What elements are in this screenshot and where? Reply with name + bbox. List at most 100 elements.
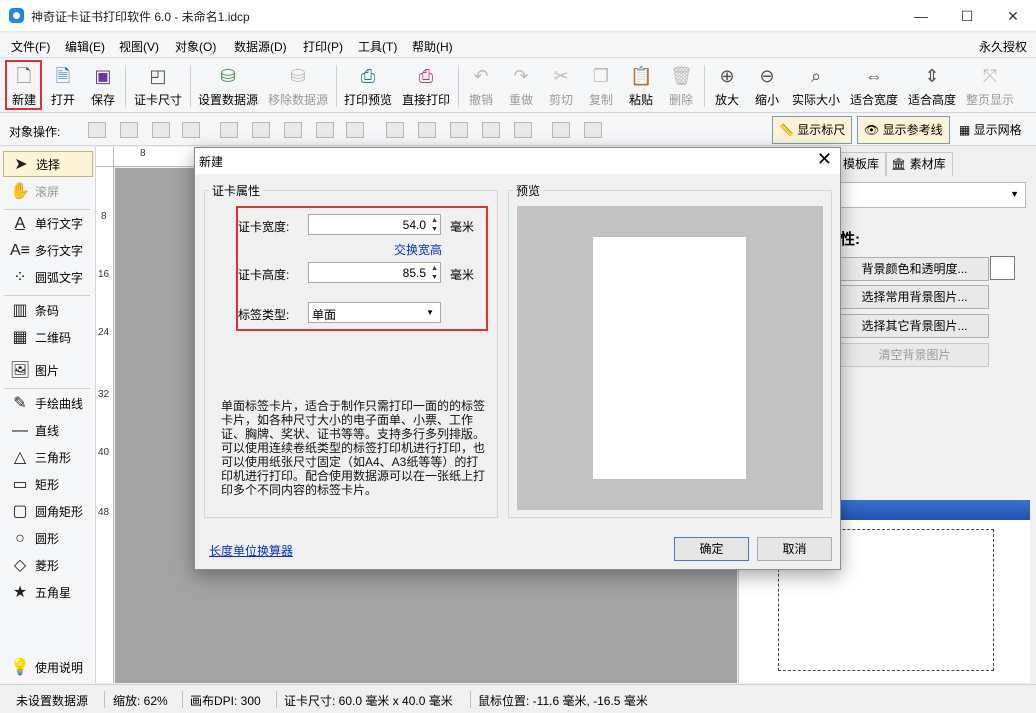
fit-height-button[interactable]: ⇕ 适合高度 (906, 61, 958, 111)
menu-object[interactable]: 对象(O) (175, 38, 216, 55)
copy-button[interactable]: ❐ 复制 (584, 61, 618, 111)
common-bg-image-button[interactable]: 选择常用背景图片... (840, 285, 989, 309)
cancel-button[interactable]: 取消 (757, 537, 832, 561)
tool-barcode[interactable]: ▥ 条码 (3, 298, 93, 324)
tool-rounded-rect[interactable]: ▢ 圆角矩形 (3, 499, 93, 525)
new-dialog: 新建 ✕ 证卡属性 证卡宽度: 54.0 ▲ ▼ 毫米 交换宽高 证卡高度: 85… (194, 147, 841, 570)
barcode-icon: ▥ (12, 302, 28, 319)
print-preview-button[interactable]: ⎙ 打印预览 (342, 61, 394, 111)
tab-templates[interactable]: 模板库 (838, 152, 887, 176)
tool-arc-text[interactable]: ⁘ 圆弧文字 (3, 265, 93, 291)
actual-size-button[interactable]: ⌕ 实际大小 (790, 61, 842, 111)
distribute-h-icon[interactable] (316, 122, 334, 138)
menu-tools[interactable]: 工具(T) (358, 38, 397, 55)
tool-image[interactable]: 🖼 图片 (3, 358, 93, 384)
align-right-icon[interactable] (284, 122, 302, 138)
menu-file[interactable]: 文件(F) (11, 38, 50, 55)
spinner-arrows-icon[interactable]: ▲ ▼ (431, 216, 438, 234)
template-select[interactable]: ▼ (840, 182, 1026, 208)
other-bg-image-button[interactable]: 选择其它背景图片... (840, 314, 989, 338)
paste-icon: 📋 (630, 66, 653, 86)
pointer-icon: ➤ (14, 156, 28, 173)
height-value: 85.5 (402, 266, 426, 280)
tool-select[interactable]: ➤ 选择 (3, 151, 93, 177)
same-width-icon[interactable] (552, 122, 570, 138)
rectangle-icon: ▭ (12, 476, 28, 493)
ok-button[interactable]: 确定 (674, 537, 749, 561)
clear-bg-image-button[interactable]: 清空背景图片 (840, 343, 989, 367)
tool-single-text[interactable]: A̲ 单行文字 (3, 211, 93, 237)
height-spinner[interactable]: 85.5 ▲ ▼ (308, 262, 441, 283)
zoom-in-button[interactable]: ⊕ 放大 (710, 61, 744, 111)
spinner-arrows-icon[interactable]: ▲ ▼ (431, 264, 438, 282)
distribute-v-spacing-icon[interactable] (514, 122, 532, 138)
distribute-spacing-icon[interactable] (346, 122, 364, 138)
align-center-icon[interactable] (252, 122, 270, 138)
tool-diamond[interactable]: ◇ 菱形 (3, 553, 93, 579)
card-size-button[interactable]: ◰ 证卡尺寸 (131, 61, 185, 111)
direct-print-button[interactable]: ⎙ 直接打印 (400, 61, 452, 111)
redo-button[interactable]: ↷ 重做 (504, 61, 538, 111)
status-dpi: 画布DPI: 300 (190, 694, 261, 708)
same-size-icon[interactable] (584, 122, 602, 138)
width-unit: 毫米 (450, 220, 475, 234)
swap-dimensions-link[interactable]: 交换宽高 (394, 241, 442, 258)
unit-converter-link[interactable]: 长度单位换算器 (209, 542, 293, 559)
tool-star[interactable]: ★ 五角星 (3, 580, 93, 606)
bring-front-icon[interactable] (88, 122, 106, 138)
send-backward-icon[interactable] (152, 122, 170, 138)
undo-icon: ↶ (473, 66, 489, 86)
width-spinner[interactable]: 54.0 ▲ ▼ (308, 214, 441, 235)
delete-button[interactable]: 🗑 删除 (664, 61, 698, 111)
zoom-in-icon: ⊕ (719, 66, 735, 86)
bg-color-swatch[interactable] (990, 256, 1015, 280)
tool-line[interactable]: — 直线 (3, 418, 93, 444)
menu-help[interactable]: 帮助(H) (412, 38, 453, 55)
tool-multi-text[interactable]: A≡ 多行文字 (3, 238, 93, 264)
menu-print[interactable]: 打印(P) (303, 38, 343, 55)
show-guides-toggle[interactable]: 👁 显示参考线 (857, 116, 950, 144)
vertical-ruler[interactable]: 8 16 24 32 40 48 (96, 167, 114, 683)
label-type-select[interactable]: 单面 ▼ (308, 302, 441, 323)
full-page-button[interactable]: ⤧ 整页显示 (964, 61, 1016, 111)
menu-datasource[interactable]: 数据源(D) (234, 38, 287, 55)
object-toolbar: 对象操作: 📏 显示标尺 👁 显示参考线 ▦ 显示网格 (0, 114, 1036, 146)
undo-button[interactable]: ↶ 撤销 (464, 61, 498, 111)
bring-forward-icon[interactable] (120, 122, 138, 138)
close-window-button[interactable]: ✕ (990, 0, 1036, 32)
menu-edit[interactable]: 编辑(E) (65, 38, 105, 55)
fit-width-button[interactable]: ⇔ 适合宽度 (848, 61, 900, 111)
save-button[interactable]: ▣ 保存 (86, 61, 120, 111)
dialog-title: 新建 (199, 155, 224, 169)
zoom-out-button[interactable]: ⊖ 缩小 (750, 61, 784, 111)
cut-button[interactable]: ✂ 剪切 (544, 61, 578, 111)
align-top-icon[interactable] (386, 122, 404, 138)
tab-assets[interactable]: 🏛 素材库 (886, 152, 953, 176)
horizontal-ruler[interactable]: 8 (114, 147, 196, 167)
tool-scroll[interactable]: ✋ 滚屏 (3, 179, 93, 205)
distribute-v-icon[interactable] (482, 122, 500, 138)
minimize-button[interactable]: — (898, 0, 944, 32)
help-button[interactable]: 💡 使用说明 (3, 655, 93, 681)
status-card-size: 证卡尺寸: 60.0 毫米 x 40.0 毫米 (284, 694, 453, 708)
remove-datasource-button[interactable]: ⛁ 移除数据源 (266, 61, 330, 111)
send-back-icon[interactable] (182, 122, 200, 138)
align-left-icon[interactable] (220, 122, 238, 138)
tool-freehand[interactable]: ✎ 手绘曲线 (3, 391, 93, 417)
align-middle-icon[interactable] (418, 122, 436, 138)
tool-rectangle[interactable]: ▭ 矩形 (3, 472, 93, 498)
paste-button[interactable]: 📋 粘贴 (624, 61, 658, 111)
tool-circle[interactable]: ○ 圆形 (3, 526, 93, 552)
show-ruler-toggle[interactable]: 📏 显示标尺 (772, 116, 853, 144)
width-value: 54.0 (402, 218, 426, 232)
bg-color-button[interactable]: 背景颜色和透明度... (840, 257, 989, 281)
menu-view[interactable]: 视图(V) (119, 38, 159, 55)
open-button[interactable]: 🗎 打开 (46, 61, 80, 111)
set-datasource-button[interactable]: ⛁ 设置数据源 (196, 61, 260, 111)
show-grid-toggle[interactable]: ▦ 显示网格 (952, 116, 1029, 144)
align-bottom-icon[interactable] (450, 122, 468, 138)
dialog-close-icon[interactable]: ✕ (817, 149, 832, 170)
tool-triangle[interactable]: △ 三角形 (3, 445, 93, 471)
maximize-button[interactable]: ☐ (944, 0, 990, 32)
tool-qrcode[interactable]: ▦ 二维码 (3, 325, 93, 351)
